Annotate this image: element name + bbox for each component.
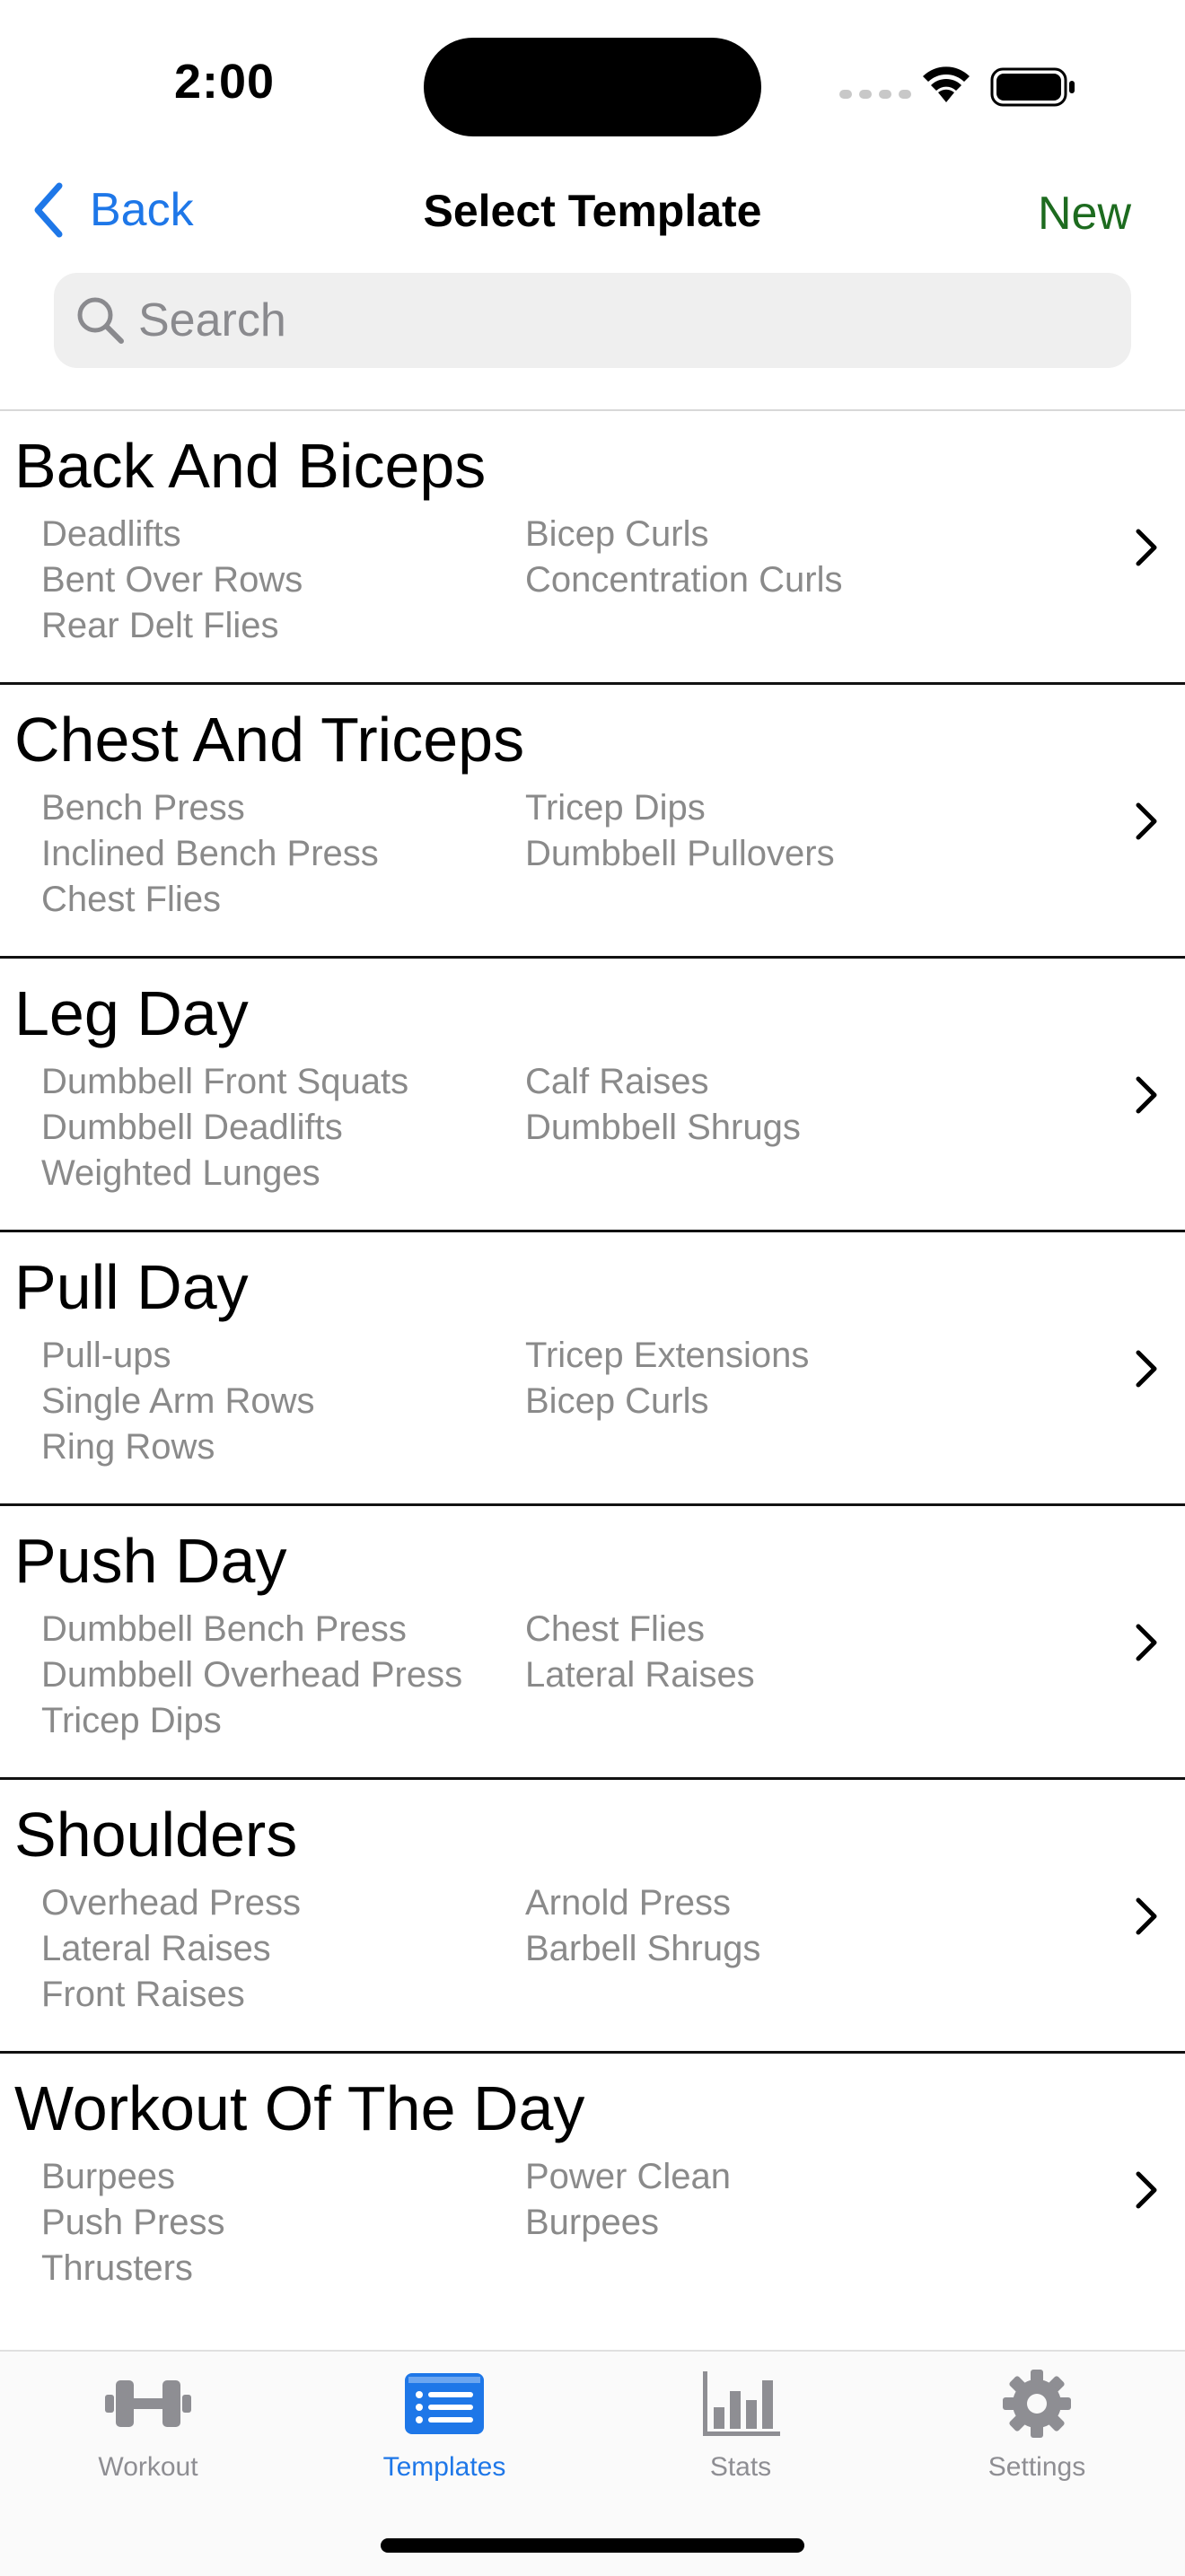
back-button[interactable]: Back [32, 181, 194, 239]
dynamic-island [424, 38, 761, 136]
exercise-item: Dumbbell Front Squats [41, 1062, 409, 1101]
exercise-list-left: Overhead Press Lateral Raises Front Rais… [41, 1880, 301, 2018]
template-name: Pull Day [14, 1252, 249, 1322]
exercise-list-right: Power Clean Burpees [525, 2154, 731, 2246]
page-title: Select Template [423, 186, 762, 236]
exercise-item: Burpees [41, 2157, 175, 2196]
exercise-item: Chest Flies [525, 1609, 706, 1649]
exercise-item: Front Raises [41, 1975, 245, 2014]
tab-bar: Workout Templates Stats Settings [0, 2350, 1185, 2576]
home-indicator [381, 2538, 804, 2553]
template-name: Shoulders [14, 1800, 298, 1870]
dumbbell-icon [105, 2380, 191, 2427]
back-label: Back [90, 184, 194, 236]
tab-settings[interactable]: Settings [938, 2368, 1136, 2493]
exercise-item: Concentration Curls [525, 560, 843, 600]
status-time: 2:00 [173, 55, 276, 109]
exercise-item: Power Clean [525, 2157, 732, 2196]
exercise-list-left: Bench Press Inclined Bench Press Chest F… [41, 785, 379, 923]
exercise-item: Ring Rows [41, 1427, 215, 1467]
chevron-right-icon [1136, 529, 1157, 566]
exercise-list-left: Dumbbell Bench Press Dumbbell Overhead P… [41, 1607, 462, 1744]
template-row-shoulders[interactable]: Shoulders Overhead Press Lateral Raises … [0, 1780, 1185, 2054]
exercise-item: Lateral Raises [525, 1655, 755, 1695]
chevron-right-icon [1136, 1350, 1157, 1388]
tab-label: Settings [988, 2452, 1086, 2482]
exercise-item: Bench Press [41, 788, 245, 828]
search-icon [77, 297, 124, 344]
exercise-item: Deadlifts [41, 514, 181, 554]
tab-templates[interactable]: Templates [346, 2368, 543, 2493]
exercise-item: Chest Flies [41, 880, 222, 919]
bar-chart-icon [703, 2371, 780, 2436]
exercise-item: Dumbbell Deadlifts [41, 1108, 343, 1147]
exercise-item: Burpees [525, 2203, 659, 2242]
exercise-item: Push Press [41, 2203, 225, 2242]
exercise-item: Pull-ups [41, 1336, 171, 1375]
template-name: Chest And Triceps [14, 705, 525, 775]
exercise-item: Rear Delt Flies [41, 606, 279, 645]
template-name: Workout Of The Day [14, 2073, 585, 2143]
search-input[interactable] [138, 273, 1108, 368]
tab-stats[interactable]: Stats [642, 2368, 839, 2493]
exercise-item: Thrusters [41, 2248, 193, 2288]
battery-icon [990, 67, 1075, 107]
exercise-item: Bicep Curls [525, 1381, 709, 1421]
exercise-item: Tricep Extensions [525, 1336, 810, 1375]
exercise-list-right: Arnold Press Barbell Shrugs [525, 1880, 760, 1972]
exercise-list-left: Dumbbell Front Squats Dumbbell Deadlifts… [41, 1059, 408, 1196]
template-row-pull-day[interactable]: Pull Day Pull-ups Single Arm Rows Ring R… [0, 1232, 1185, 1506]
tab-label: Templates [382, 2452, 506, 2482]
new-template-button[interactable]: New [1038, 187, 1131, 241]
exercise-item: Lateral Raises [41, 1929, 271, 1968]
template-name: Leg Day [14, 978, 249, 1048]
tab-label: Workout [98, 2452, 198, 2482]
exercise-item: Inclined Bench Press [41, 834, 379, 873]
cellular-signal-icon [839, 90, 911, 99]
wifi-icon [923, 66, 970, 102]
exercise-item: Single Arm Rows [41, 1381, 315, 1421]
chevron-right-icon [1136, 1076, 1157, 1114]
exercise-item: Barbell Shrugs [525, 1929, 761, 1968]
chevron-right-icon [1136, 1897, 1157, 1935]
search-bar[interactable] [54, 273, 1131, 368]
status-bar: 2:00 [0, 0, 1185, 171]
exercise-item: Dumbbell Shrugs [525, 1108, 801, 1147]
exercise-list-left: Deadlifts Bent Over Rows Rear Delt Flies [41, 512, 303, 649]
list-icon [405, 2373, 484, 2434]
exercise-list-right: Chest Flies Lateral Raises [525, 1607, 755, 1698]
template-row-leg-day[interactable]: Leg Day Dumbbell Front Squats Dumbbell D… [0, 959, 1185, 1232]
chevron-right-icon [1136, 802, 1157, 840]
exercise-item: Dumbbell Bench Press [41, 1609, 407, 1649]
exercise-list-left: Burpees Push Press Thrusters [41, 2154, 225, 2291]
exercise-item: Tricep Dips [525, 788, 706, 828]
template-name: Back And Biceps [14, 431, 487, 501]
tab-label: Stats [709, 2452, 772, 2482]
exercise-item: Calf Raises [525, 1062, 709, 1101]
template-row-back-and-biceps[interactable]: Back And Biceps Deadlifts Bent Over Rows… [0, 411, 1185, 685]
gear-icon [1003, 2370, 1071, 2438]
exercise-list-right: Tricep Dips Dumbbell Pullovers [525, 785, 835, 877]
template-row-push-day[interactable]: Push Day Dumbbell Bench Press Dumbbell O… [0, 1506, 1185, 1780]
exercise-list-right: Bicep Curls Concentration Curls [525, 512, 843, 603]
exercise-item: Tricep Dips [41, 1701, 222, 1740]
template-row-chest-and-triceps[interactable]: Chest And Triceps Bench Press Inclined B… [0, 685, 1185, 959]
chevron-right-icon [1136, 2171, 1157, 2209]
template-list: Back And Biceps Deadlifts Bent Over Rows… [0, 411, 1185, 2327]
exercise-item: Overhead Press [41, 1883, 302, 1923]
template-row-workout-of-the-day[interactable]: Workout Of The Day Burpees Push Press Th… [0, 2054, 1185, 2327]
exercise-item: Arnold Press [525, 1883, 731, 1923]
exercise-list-right: Calf Raises Dumbbell Shrugs [525, 1059, 801, 1151]
chevron-right-icon [1136, 1624, 1157, 1661]
exercise-item: Weighted Lunges [41, 1153, 320, 1193]
tab-workout[interactable]: Workout [49, 2368, 247, 2493]
exercise-item: Bent Over Rows [41, 560, 303, 600]
template-name: Push Day [14, 1526, 287, 1596]
exercise-item: Bicep Curls [525, 514, 709, 554]
exercise-item: Dumbbell Overhead Press [41, 1655, 463, 1695]
exercise-list-right: Tricep Extensions Bicep Curls [525, 1333, 809, 1424]
chevron-left-icon [34, 182, 63, 238]
exercise-item: Dumbbell Pullovers [525, 834, 835, 873]
exercise-list-left: Pull-ups Single Arm Rows Ring Rows [41, 1333, 315, 1470]
